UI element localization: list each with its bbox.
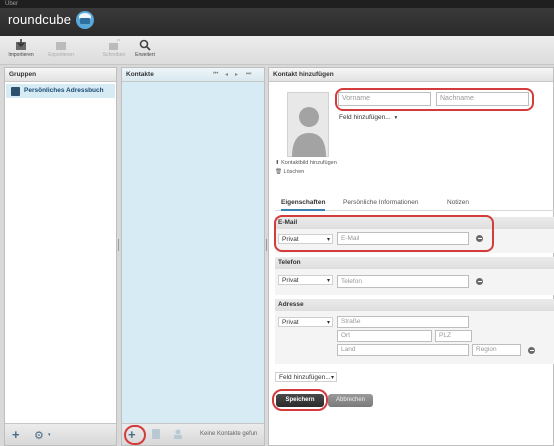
remove-address-icon[interactable] [528,347,535,354]
import-button[interactable]: Importieren [4,38,38,62]
country-input[interactable]: Land [337,344,469,356]
export-label: Exportieren [48,52,74,58]
phone-type-select[interactable]: Privat [278,275,333,286]
import-label: Importieren [8,52,34,58]
compose-button[interactable]: Schreiben [97,38,131,62]
prev-page-icon[interactable]: ◂ [225,71,228,78]
last-page-icon[interactable]: ⏭ [246,71,251,78]
advanced-search-button[interactable]: Erweitert [128,38,162,62]
compose-icon [109,39,120,50]
about-link[interactable]: Über [0,0,554,8]
upload-arrow-icon: ⬆ [275,160,280,166]
address-book-item[interactable]: Persönliches Adressbuch [6,84,115,98]
tab-notes[interactable]: Notizen [447,195,469,211]
contact-photo [287,92,329,157]
address-book-label: Persönliches Adressbuch [24,87,104,94]
phone-input[interactable]: Telefon [337,275,469,288]
export-icon [56,42,66,50]
editor-title: Kontakt hinzufügen [269,68,553,82]
export-button[interactable]: Exportieren [44,38,78,62]
add-field-select[interactable]: Feld hinzufügen... ▾ [339,114,397,121]
delete-photo-link[interactable]: 🗑 Löschen [275,169,304,175]
trash-icon: 🗑 [275,169,282,175]
groups-panel: Gruppen Persönliches Adressbuch + ⚙ ▾ [4,67,117,446]
groups-footer: + ⚙ ▾ [5,423,116,445]
remove-phone-icon[interactable] [476,278,483,285]
street-input[interactable]: Straße [337,316,469,328]
next-page-icon[interactable]: ▸ [235,71,238,78]
add-field-label: Feld hinzufügen... [339,114,391,121]
delete-photo-label: Löschen [283,169,305,175]
email-highlight [274,215,494,252]
save-highlight [272,389,328,411]
toolbar [0,36,554,65]
compose-label: Schreiben [102,52,126,58]
search-icon [139,39,151,51]
chevron-down-icon: ▾ [48,432,51,438]
add-field-bottom-select[interactable]: Feld hinzufügen... [275,372,337,383]
contact-count: Keine Kontakte gefun [200,431,258,437]
add-contact-highlight [124,425,146,445]
groups-title: Gruppen [5,68,116,82]
contacts-title: Kontakte [122,68,264,82]
region-input[interactable]: Region [472,344,521,356]
address-type-select[interactable]: Privat [278,317,333,328]
tab-properties[interactable]: Eigenschaften [281,195,326,211]
city-input[interactable]: Ort [337,330,432,342]
group-options-icon[interactable]: ⚙ [34,429,44,442]
upload-photo-link[interactable]: ⬆ Kontaktbild hinzufügen [275,160,337,166]
splitter-left[interactable] [117,67,120,446]
logo-text: roundcube [8,12,72,27]
add-group-icon[interactable]: + [12,428,20,441]
name-highlight [335,88,534,111]
chevron-down-icon: ▾ [394,115,398,121]
address-book-icon [11,87,20,96]
contact-editor: Kontakt hinzufügen Vorname Nachname Feld… [268,67,554,446]
phone-section-title: Telefon [275,257,554,269]
upload-photo-label: Kontaktbild hinzufügen [281,160,337,166]
address-section-title: Adresse [275,299,554,311]
cancel-button[interactable]: Abbrechen [328,394,373,407]
logo-icon [74,10,96,30]
search-label: Erweitert [135,52,155,58]
move-contact-icon[interactable] [173,429,187,439]
delete-contact-icon[interactable] [152,429,160,439]
tab-personal-info[interactable]: Persönliche Informationen [343,195,419,211]
contacts-panel: Kontakte ⏮ ◂ ▸ ⏭ + Keine Kontakte gefun [121,67,265,446]
first-page-icon[interactable]: ⏮ [213,71,218,78]
import-icon [16,39,26,50]
zip-input[interactable]: PLZ [435,330,472,342]
